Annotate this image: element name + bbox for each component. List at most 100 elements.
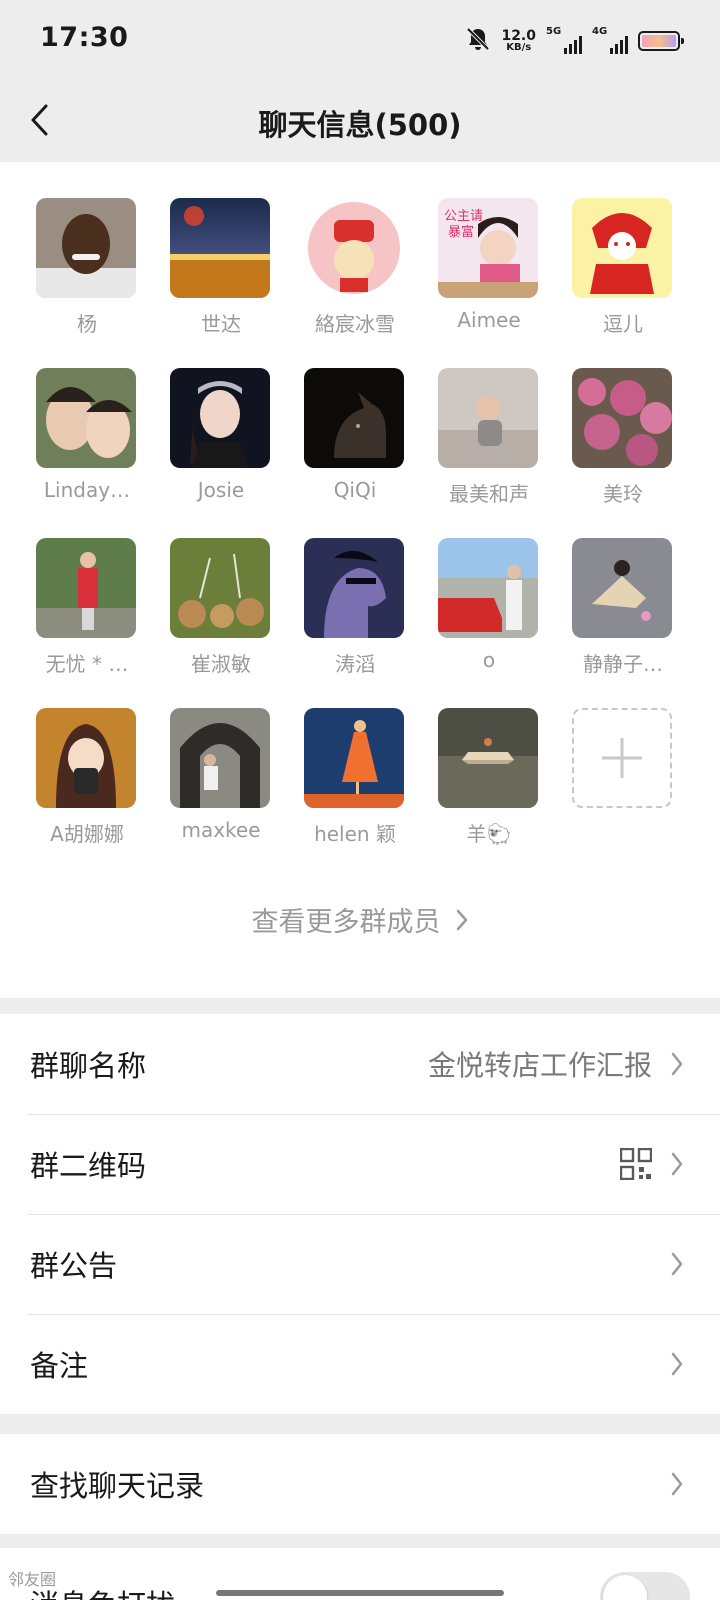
member-name: Aimee: [457, 308, 521, 332]
avatar: [304, 368, 404, 468]
chevron-right-icon: [671, 1352, 683, 1376]
toggle-knob: [603, 1575, 647, 1600]
battery-icon: [638, 31, 684, 51]
member-item[interactable]: 最美和声: [438, 368, 540, 507]
member-item[interactable]: 世达: [170, 198, 272, 337]
net-speed-value: 12.0: [501, 28, 536, 44]
group-name-row[interactable]: 群聊名称 金悦转店工作汇报: [0, 1014, 720, 1114]
avatar: [36, 198, 136, 298]
add-member-box: [572, 708, 672, 808]
member-name: Josie: [197, 478, 245, 502]
avatar: [572, 368, 672, 468]
member-item[interactable]: maxkee: [170, 708, 272, 842]
signal-4g-label: 4G: [592, 26, 608, 37]
member-name: o: [482, 648, 496, 672]
avatar: [304, 708, 404, 808]
member-name: 静静子…: [583, 652, 663, 676]
member-item[interactable]: Linday…: [36, 368, 138, 502]
member-item[interactable]: 公主请 暴富 Aimee: [438, 198, 540, 332]
watermark: 邻友圈: [8, 1570, 57, 1589]
avatar: [572, 198, 672, 298]
avatar: [304, 198, 404, 298]
member-name: 世达: [201, 312, 241, 336]
member-item[interactable]: 逗儿: [572, 198, 674, 337]
settings-group-info: 群聊名称 金悦转店工作汇报 群二维码 群公告 备注: [0, 1014, 720, 1414]
group-name-value: 金悦转店工作汇报: [427, 1049, 652, 1082]
avatar: [170, 538, 270, 638]
member-item[interactable]: 羊🐑: [438, 708, 540, 847]
chevron-right-icon: [671, 1252, 683, 1276]
nav-bar: 聊天信息(500): [0, 80, 720, 162]
remark-row[interactable]: 备注: [0, 1314, 720, 1414]
status-bar: 17:30 12.0 KB/s 5G 4G: [0, 0, 720, 80]
plus-icon: [602, 738, 642, 778]
member-item[interactable]: 杨: [36, 198, 138, 337]
avatar: [304, 538, 404, 638]
member-item[interactable]: helen 颖: [304, 708, 406, 847]
member-item[interactable]: 无忧 * …: [36, 538, 138, 677]
member-name: 羊🐑: [466, 822, 512, 846]
member-name: 无忧 * …: [45, 652, 129, 676]
member-name: 最美和声: [449, 482, 529, 506]
chevron-right-icon: [671, 1052, 683, 1076]
search-history-label: 查找聊天记录: [30, 1469, 205, 1503]
net-speed: 12.0 KB/s: [501, 29, 536, 53]
member-item[interactable]: A胡娜娜: [36, 708, 138, 847]
member-name: maxkee: [181, 818, 261, 842]
signal-5g-icon: 5G: [546, 26, 582, 54]
member-name: 逗儿: [603, 312, 643, 336]
group-qr-label: 群二维码: [30, 1149, 147, 1183]
remark-label: 备注: [30, 1349, 89, 1383]
group-qr-row[interactable]: 群二维码: [0, 1114, 720, 1214]
search-history-row[interactable]: 查找聊天记录: [0, 1434, 720, 1534]
chevron-right-icon: [671, 1472, 683, 1496]
member-item[interactable]: 静静子…: [572, 538, 674, 677]
member-item[interactable]: 美玲: [572, 368, 674, 507]
member-item[interactable]: 崔淑敏: [170, 538, 272, 677]
avatar: [36, 708, 136, 808]
mute-toggle[interactable]: [600, 1572, 690, 1600]
avatar: [438, 708, 538, 808]
avatar: 公主请 暴富: [438, 198, 538, 298]
avatar: [170, 708, 270, 808]
member-name: 美玲: [603, 482, 643, 506]
net-speed-unit: KB/s: [506, 42, 532, 53]
qr-code-icon: [620, 1148, 652, 1180]
avatar: [170, 198, 270, 298]
member-item[interactable]: 絡宸冰雪: [304, 198, 406, 337]
status-time: 17:30: [40, 22, 129, 53]
avatar-text: 暴富: [448, 224, 474, 240]
status-icons: 12.0 KB/s 5G 4G: [465, 26, 684, 56]
member-item[interactable]: Josie: [170, 368, 272, 502]
chevron-right-icon: [671, 1152, 683, 1176]
view-more-members-link[interactable]: 查看更多群成员: [0, 900, 720, 939]
member-name: 涛滔: [335, 652, 375, 676]
signal-5g-label: 5G: [546, 26, 562, 37]
page-title: 聊天信息(500): [258, 108, 462, 142]
avatar: [438, 368, 538, 468]
signal-4g-icon: 4G: [592, 26, 628, 54]
member-item[interactable]: 涛滔: [304, 538, 406, 677]
home-indicator[interactable]: [216, 1590, 504, 1596]
group-notice-label: 群公告: [30, 1249, 118, 1283]
group-notice-row[interactable]: 群公告: [0, 1214, 720, 1314]
member-name: 杨: [77, 312, 97, 336]
member-item[interactable]: o: [438, 538, 540, 672]
add-member-button[interactable]: [572, 708, 674, 808]
chevron-right-icon: [456, 909, 467, 930]
member-section: 杨 世达 絡宸冰雪 公主请 暴富 Aimee 逗儿 Linday… Josie …: [0, 162, 720, 998]
bell-muted-icon: [465, 26, 491, 56]
member-name: QiQi: [333, 478, 377, 502]
avatar: [36, 368, 136, 468]
member-name: 崔淑敏: [191, 652, 251, 676]
member-name: A胡娜娜: [50, 822, 124, 846]
view-more-members-label: 查看更多群成员: [251, 907, 441, 938]
member-item[interactable]: QiQi: [304, 368, 406, 502]
member-name: 絡宸冰雪: [315, 312, 395, 336]
avatar: [438, 538, 538, 638]
member-name: Linday…: [43, 478, 131, 502]
settings-group-search: 查找聊天记录: [0, 1434, 720, 1534]
member-name: helen 颖: [314, 822, 396, 846]
avatar: [572, 538, 672, 638]
group-name-label: 群聊名称: [30, 1049, 147, 1083]
